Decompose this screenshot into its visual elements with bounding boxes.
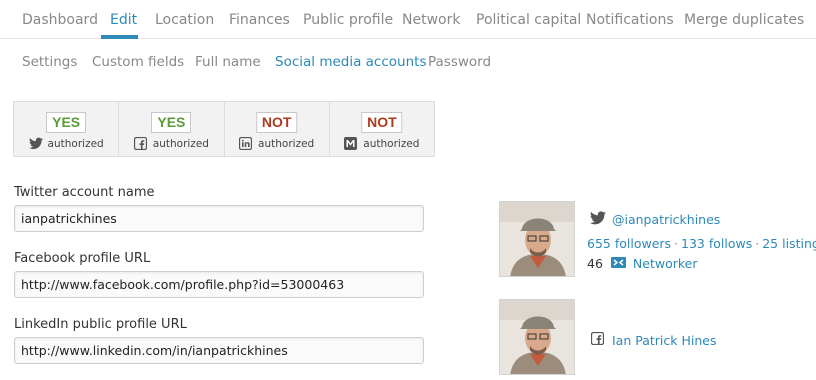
tab-public-profile[interactable]: Public profile bbox=[303, 12, 393, 28]
linkedin-url-input[interactable] bbox=[14, 337, 424, 364]
subtab-password[interactable]: Password bbox=[428, 54, 491, 70]
tab-merge-duplicates[interactable]: Merge duplicates bbox=[684, 12, 804, 28]
twitter-handle-link[interactable]: @ianpatrickhines bbox=[612, 212, 720, 227]
status-badge: YES bbox=[151, 112, 192, 133]
klout-label-link[interactable]: Networker bbox=[633, 256, 698, 271]
twitter-account-label: Twitter account name bbox=[14, 185, 155, 200]
listings-link[interactable]: 25 listings bbox=[762, 236, 816, 251]
facebook-icon bbox=[133, 136, 147, 151]
status-caption: authorized bbox=[363, 137, 420, 150]
facebook-icon bbox=[590, 331, 605, 348]
authorization-status-row: YES authorized YES authorized NOT author… bbox=[13, 101, 435, 157]
tab-network[interactable]: Network bbox=[402, 12, 460, 28]
subtab-settings[interactable]: Settings bbox=[22, 54, 77, 70]
facebook-status: YES authorized bbox=[119, 102, 225, 156]
active-tab-indicator bbox=[101, 35, 138, 39]
facebook-name-link[interactable]: Ian Patrick Hines bbox=[612, 333, 716, 348]
subtab-custom-fields[interactable]: Custom fields bbox=[92, 54, 184, 70]
klout-score: 46 bbox=[587, 256, 603, 271]
tab-dashboard[interactable]: Dashboard bbox=[22, 12, 98, 28]
status-badge: YES bbox=[46, 112, 87, 133]
twitter-stats-row: 655 followers · 133 follows · 25 listing… bbox=[587, 236, 816, 251]
stat-separator: · bbox=[674, 236, 679, 251]
twitter-icon bbox=[590, 211, 606, 228]
tab-notifications[interactable]: Notifications bbox=[586, 12, 674, 28]
status-caption: authorized bbox=[258, 137, 315, 150]
follows-link[interactable]: 133 follows bbox=[681, 236, 752, 251]
linkedin-icon bbox=[238, 136, 253, 151]
stat-separator: · bbox=[755, 236, 760, 251]
klout-icon bbox=[610, 256, 626, 271]
twitter-handle-row: @ianpatrickhines bbox=[590, 211, 720, 228]
status-caption: authorized bbox=[47, 137, 104, 150]
klout-row: 46 Networker bbox=[587, 256, 697, 271]
twitter-account-input[interactable] bbox=[14, 205, 424, 232]
tab-finances[interactable]: Finances bbox=[229, 12, 290, 28]
top-nav: Dashboard Edit Location Finances Public … bbox=[0, 0, 816, 39]
meetup-status: NOT authorized bbox=[330, 102, 434, 156]
status-badge: NOT bbox=[361, 112, 403, 133]
facebook-avatar bbox=[499, 299, 575, 375]
twitter-avatar bbox=[499, 201, 575, 277]
followers-link[interactable]: 655 followers bbox=[587, 236, 671, 251]
facebook-url-input[interactable] bbox=[14, 271, 424, 298]
subtab-social-media-accounts[interactable]: Social media accounts bbox=[275, 54, 426, 70]
tab-political-capital[interactable]: Political capital bbox=[476, 12, 581, 28]
status-badge: NOT bbox=[255, 112, 298, 133]
facebook-url-label: Facebook profile URL bbox=[14, 251, 151, 266]
twitter-icon bbox=[28, 137, 43, 150]
tab-location[interactable]: Location bbox=[155, 12, 214, 28]
meetup-icon bbox=[344, 137, 358, 150]
linkedin-status: NOT authorized bbox=[225, 102, 330, 156]
twitter-status: YES authorized bbox=[14, 102, 120, 156]
linkedin-url-label: LinkedIn public profile URL bbox=[14, 317, 187, 332]
status-caption: authorized bbox=[152, 137, 209, 150]
subtab-full-name[interactable]: Full name bbox=[195, 54, 261, 70]
tab-edit[interactable]: Edit bbox=[110, 12, 137, 28]
facebook-name-row: Ian Patrick Hines bbox=[590, 331, 716, 348]
